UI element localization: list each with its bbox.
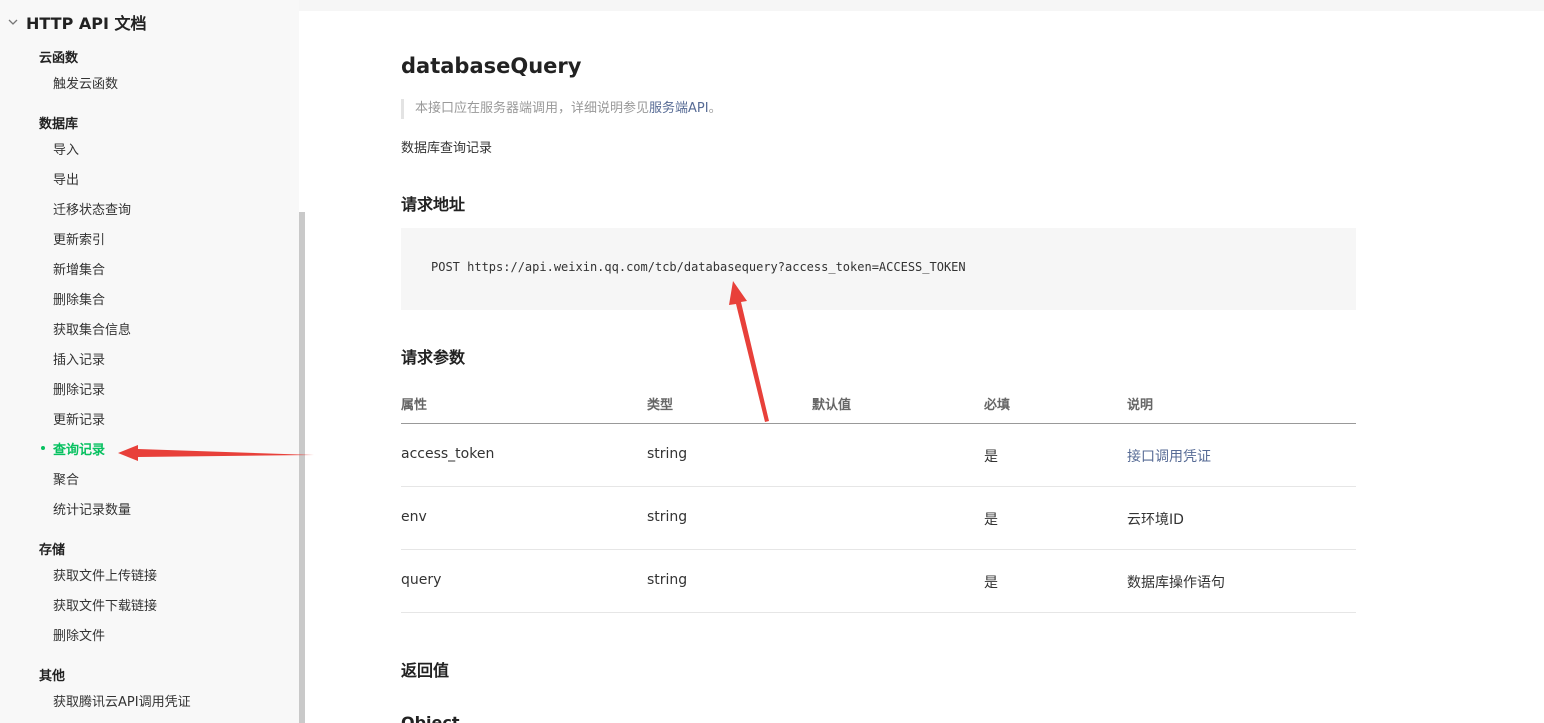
sidebar-item-delete-file[interactable]: 删除文件	[53, 625, 105, 644]
sidebar-item-add-collection[interactable]: 新增集合	[53, 259, 105, 278]
cell-required: 是	[984, 449, 998, 465]
request-url-code-block: POST https://api.weixin.qq.com/tcb/datab…	[401, 228, 1356, 310]
sidebar-item-update-index[interactable]: 更新索引	[53, 229, 105, 248]
cell-type: string	[647, 509, 688, 525]
sidebar-scrollbar[interactable]	[299, 212, 305, 723]
request-params-heading: 请求参数	[401, 348, 466, 367]
sidebar-section-title: HTTP API 文档	[26, 14, 147, 33]
cell-required: 是	[984, 512, 998, 528]
return-value-heading: 返回值	[401, 661, 450, 680]
sidebar-item-collection-info[interactable]: 获取集合信息	[53, 319, 131, 338]
object-heading: Object	[401, 713, 460, 723]
th-description: 说明	[1127, 398, 1154, 413]
sidebar-item-export[interactable]: 导出	[53, 169, 79, 188]
chevron-down-icon[interactable]	[0, 16, 26, 29]
sidebar-group-storage: 存储	[39, 543, 66, 558]
sidebar-item-migrate-status[interactable]: 迁移状态查询	[53, 199, 131, 218]
cell-property: env	[401, 509, 427, 525]
sidebar-item-upload-link[interactable]: 获取文件上传链接	[53, 565, 157, 584]
sidebar-item-import[interactable]: 导入	[53, 139, 79, 158]
sidebar-item-download-link[interactable]: 获取文件下载链接	[53, 595, 157, 614]
sidebar-item-tencent-cloud-credential[interactable]: 获取腾讯云API调用凭证	[53, 691, 191, 710]
sidebar-item-delete-collection[interactable]: 删除集合	[53, 289, 105, 308]
sidebar-item-query-record[interactable]: 查询记录	[40, 439, 105, 458]
server-side-note: 本接口应在服务器端调用，详细说明参见服务端API。	[401, 99, 722, 119]
table-row: query string 是 数据库操作语句	[401, 550, 1356, 613]
th-default: 默认值	[812, 398, 852, 413]
sidebar-group-cloud-function: 云函数	[39, 51, 79, 66]
sidebar-item-count-records[interactable]: 统计记录数量	[53, 499, 131, 518]
th-required: 必填	[984, 398, 1011, 413]
cell-description-link[interactable]: 接口调用凭证	[1127, 446, 1211, 466]
sidebar: HTTP API 文档 云函数 触发云函数 数据库 导入 导出 迁移状态查询 更…	[0, 0, 299, 723]
cell-description: 数据库操作语句	[1127, 575, 1225, 591]
sidebar-group-database: 数据库	[39, 117, 79, 132]
table-header: 属性 类型 默认值 必填 说明	[401, 384, 1356, 424]
params-table: 属性 类型 默认值 必填 说明 access_token string 是 接口…	[401, 384, 1356, 613]
page-title: databaseQuery	[401, 54, 582, 78]
sidebar-item-update-record[interactable]: 更新记录	[53, 409, 105, 428]
sidebar-item-insert-record[interactable]: 插入记录	[53, 349, 105, 368]
cell-property: access_token	[401, 446, 495, 462]
cell-property: query	[401, 572, 442, 588]
server-api-link[interactable]: 服务端API	[649, 101, 709, 116]
note-suffix: 。	[708, 101, 722, 116]
th-property: 属性	[401, 398, 428, 413]
sidebar-group-other: 其他	[39, 669, 66, 684]
note-text: 本接口应在服务器端调用，详细说明参见	[415, 101, 650, 116]
request-url-heading: 请求地址	[401, 195, 466, 214]
table-row: access_token string 是 接口调用凭证	[401, 424, 1356, 487]
th-type: 类型	[647, 398, 674, 413]
page-description: 数据库查询记录	[401, 141, 493, 156]
cell-required: 是	[984, 575, 998, 591]
sidebar-section-header[interactable]: HTTP API 文档	[0, 10, 147, 34]
sidebar-item-delete-record[interactable]: 删除记录	[53, 379, 105, 398]
cell-type: string	[647, 446, 688, 462]
sidebar-item-aggregate[interactable]: 聚合	[53, 469, 79, 488]
cell-description: 云环境ID	[1127, 512, 1184, 528]
table-row: env string 是 云环境ID	[401, 487, 1356, 550]
sidebar-item-invoke-cloud-function[interactable]: 触发云函数	[53, 73, 118, 92]
request-url: POST https://api.weixin.qq.com/tcb/datab…	[431, 260, 966, 274]
cell-type: string	[647, 572, 688, 588]
